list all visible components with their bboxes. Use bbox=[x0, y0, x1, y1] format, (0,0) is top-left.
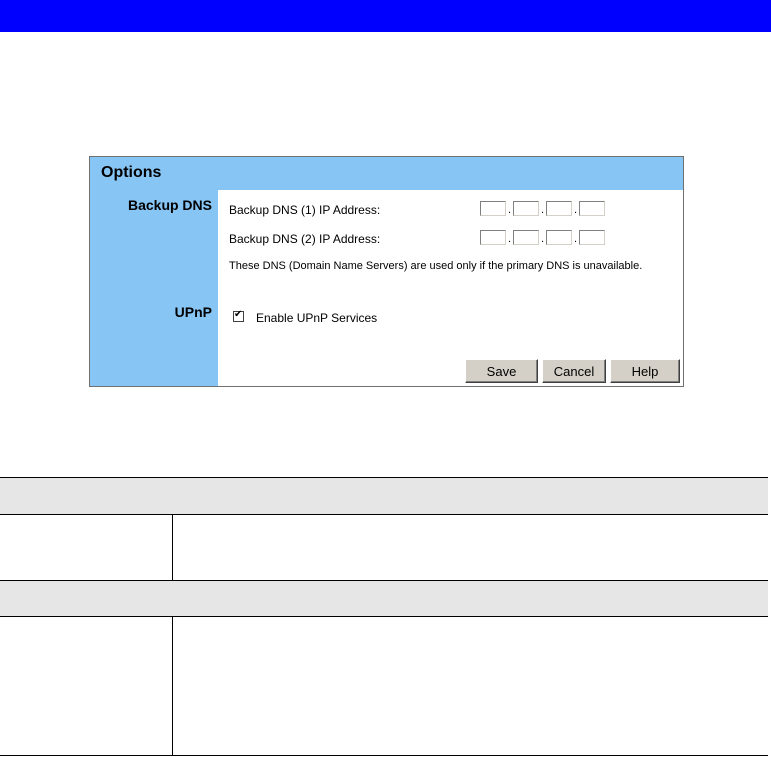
table-header-row-1 bbox=[0, 478, 768, 514]
dns1-octet-1-input[interactable] bbox=[480, 201, 506, 216]
top-title-bar bbox=[0, 0, 771, 32]
enable-upnp-label[interactable]: Enable UPnP Services bbox=[256, 311, 377, 325]
ip-dot: . bbox=[541, 204, 545, 216]
table-column-divider bbox=[172, 617, 173, 755]
dns1-octet-3-input[interactable] bbox=[546, 201, 572, 216]
section-label-upnp: UPnP bbox=[174, 304, 212, 320]
ip-dot: . bbox=[574, 204, 578, 216]
help-button[interactable]: Help bbox=[610, 359, 680, 383]
dns2-octet-2-input[interactable] bbox=[513, 230, 539, 245]
table-column-divider bbox=[172, 515, 173, 580]
table-header-row-2 bbox=[0, 581, 768, 616]
ip-dot: . bbox=[574, 233, 578, 245]
save-button[interactable]: Save bbox=[465, 359, 538, 383]
ip-dot: . bbox=[541, 233, 545, 245]
ip-dot: . bbox=[508, 233, 512, 245]
dns2-octet-1-input[interactable] bbox=[480, 230, 506, 245]
checkmark-icon: ✔ bbox=[234, 309, 243, 320]
panel-title: Options bbox=[101, 164, 162, 181]
table-rule bbox=[0, 514, 768, 515]
dns1-octet-2-input[interactable] bbox=[513, 201, 539, 216]
enable-upnp-checkbox[interactable]: ✔ bbox=[233, 309, 244, 322]
options-panel: Options Backup DNS UPnP Backup DNS (1) I… bbox=[89, 156, 684, 387]
dns1-label: Backup DNS (1) IP Address: bbox=[229, 203, 381, 217]
dns1-octet-4-input[interactable] bbox=[579, 201, 605, 216]
dns-help-note: These DNS (Domain Name Servers) are used… bbox=[229, 260, 643, 272]
options-panel-header: Options bbox=[90, 157, 683, 190]
ip-dot: . bbox=[508, 204, 512, 216]
cancel-button[interactable]: Cancel bbox=[542, 359, 606, 383]
section-label-backup-dns: Backup DNS bbox=[127, 197, 212, 213]
table-bottom-rule bbox=[0, 755, 768, 756]
dns2-octet-4-input[interactable] bbox=[579, 230, 605, 245]
section-sidebar: Backup DNS UPnP bbox=[90, 190, 218, 386]
dns2-label: Backup DNS (2) IP Address: bbox=[229, 232, 381, 246]
dns2-octet-3-input[interactable] bbox=[546, 230, 572, 245]
description-table bbox=[0, 477, 771, 756]
table-rule bbox=[0, 616, 768, 617]
